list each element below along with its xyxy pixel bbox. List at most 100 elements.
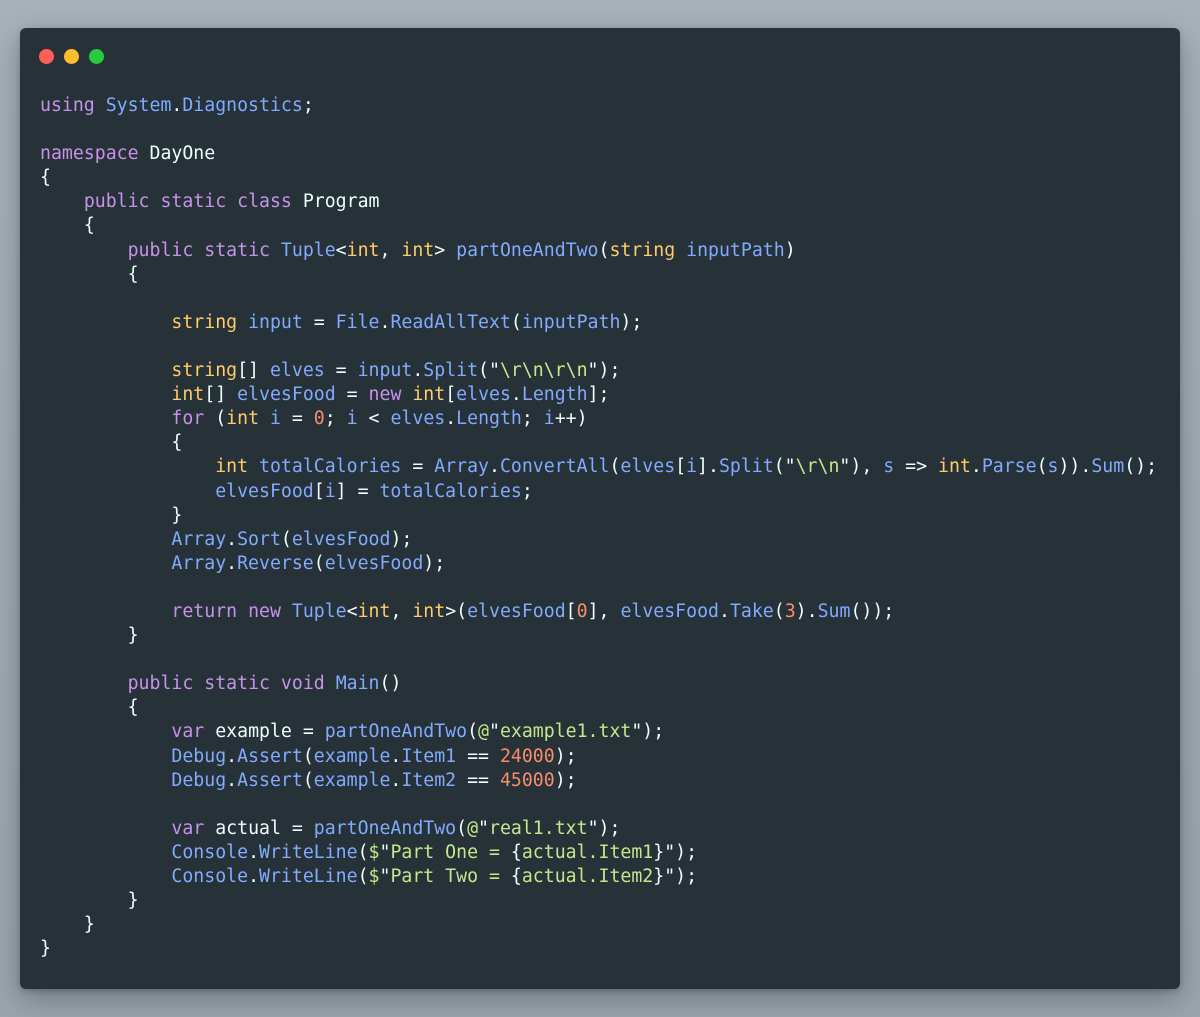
code-token: DayOne [138,143,216,165]
code-token: ], [587,600,621,622]
code-token: Assert [237,745,303,767]
code-token: Length [456,408,522,430]
code-token: ( [510,311,522,333]
code-token: = [346,480,380,502]
code-token: ); [423,552,446,574]
code-token: ; [521,480,533,502]
code-token: "); [587,817,621,839]
code-token: real1.txt [489,817,588,839]
code-token: WriteLine [259,866,358,887]
code-token: Sort [237,528,281,550]
code-line: namespace DayOne [40,142,1157,166]
code-token: Debug [171,769,227,791]
code-token: for [171,408,205,430]
code-token: } [127,890,139,912]
code-line: { [40,166,1157,190]
code-token: 0 [576,600,588,622]
code-token: using [40,95,95,116]
minimize-dot-icon[interactable] [64,49,79,64]
code-token: Take [729,600,774,622]
code-token: totalCalories [259,456,402,478]
code-token: Debug [171,745,227,767]
code-token: < [335,239,347,261]
code-token: Sum [817,600,851,622]
code-token: 24000 [499,745,555,767]
code-token: () [379,673,402,695]
code-line: } [40,504,1157,528]
code-token: Array [171,552,227,574]
code-token: . [226,552,238,574]
code-token: < [346,600,358,622]
code-token: ); [554,769,577,791]
code-token: ( [467,721,479,743]
code-token: Part One = [390,841,511,863]
code-token: s [1047,456,1059,478]
code-token: ++ [554,408,577,430]
maximize-dot-icon[interactable] [89,49,104,64]
code-line: Array.Sort(elvesFood); [40,528,1157,552]
close-dot-icon[interactable] [39,49,54,64]
code-token: return [171,600,238,622]
code-token: i [324,480,336,502]
code-token: } [171,504,183,526]
code-token: @ [478,721,489,743]
code-token: int [412,600,446,622]
code-token: var [171,817,205,839]
code-token: { [127,263,139,285]
code-token: ( [313,552,325,574]
code-token: i [543,408,555,430]
code-token: string [171,360,238,382]
code-token: Parse [981,456,1037,478]
code-token: ); [620,311,643,333]
code-token: actual.Item2 [521,866,654,887]
code-token: ) [576,408,588,430]
code-token: ; [521,408,544,430]
code-token: elvesFood [620,600,719,622]
code-line: string input = File.ReadAllText(inputPat… [40,311,1157,335]
code-token: ( [204,408,227,430]
code-token: ( [773,600,785,622]
code-token: . [248,841,260,863]
code-token: Reverse [237,552,314,574]
code-token: Length [521,384,588,406]
code-token: 45000 [499,769,555,791]
code-token: [ [565,600,577,622]
code-token: ( [1036,456,1048,478]
code-token: string [171,311,238,333]
code-token: inputPath [521,311,621,333]
code-token: totalCalories [379,480,522,502]
code-token: elvesFood [467,600,566,622]
code-line: string[] elves = input.Split("\r\n\r\n")… [40,359,1157,383]
code-token: elvesFood [291,528,391,550]
code-token: Part Two = [390,866,511,887]
code-token: [ [313,480,325,502]
code-token: . [248,866,260,887]
code-token: static [204,239,270,261]
code-token: string [609,239,676,261]
code-token: $ [368,866,380,887]
code-token: example [313,769,391,791]
code-token: { [510,866,522,887]
code-token: ()); [850,600,895,622]
code-line: int[] elvesFood = new int[elves.Length]; [40,383,1157,407]
code-token: int [226,408,260,430]
code-line: { [40,431,1157,455]
code-token: Program [291,191,380,213]
code-token: 0 [313,408,325,430]
code-token: (" [773,456,796,478]
code-token: { [510,841,522,863]
code-token: elves [456,384,511,406]
